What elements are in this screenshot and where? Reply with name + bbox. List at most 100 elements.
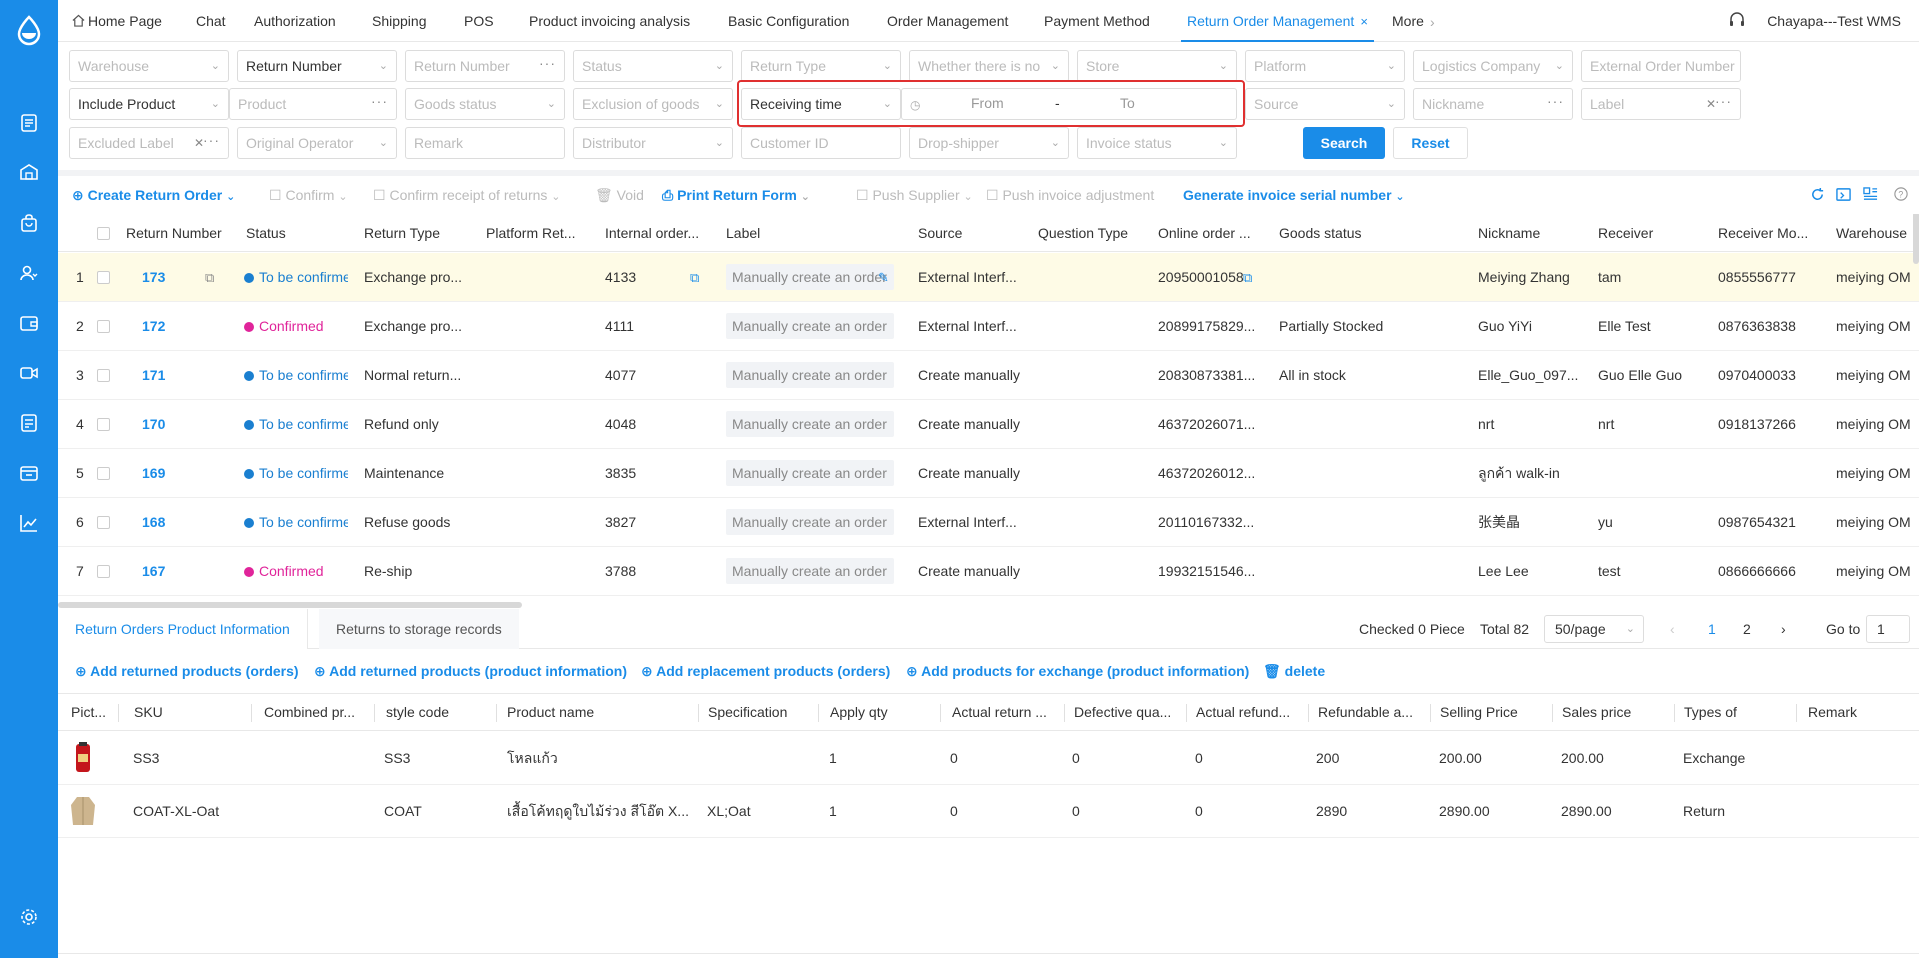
search-button[interactable]: Search bbox=[1303, 127, 1385, 159]
tab-product-invoicing[interactable]: Product invoicing analysis bbox=[529, 0, 690, 42]
col-style-code[interactable]: style code bbox=[386, 694, 486, 731]
confirm-receipt-button[interactable]: ☐ Confirm receipt of returns ⌄ bbox=[373, 176, 561, 214]
platform-select[interactable]: Platform ⌄ bbox=[1245, 50, 1405, 82]
push-supplier-button[interactable]: ☐ Push Supplier ⌄ bbox=[856, 176, 973, 214]
col-picture[interactable]: Pict... bbox=[71, 694, 115, 731]
add-returned-info-button[interactable]: ⊕ Add returned products (product informa… bbox=[314, 650, 627, 692]
copy-icon[interactable]: ⧉ bbox=[690, 253, 699, 302]
invoice-status-select[interactable]: Invoice status ⌄ bbox=[1077, 127, 1237, 159]
col-goods-status[interactable]: Goods status bbox=[1279, 214, 1419, 252]
table-row[interactable]: 1 173 ⧉ To be confirmed Exchange pro... 4133 ⧉… bbox=[58, 253, 1919, 302]
tab-more[interactable]: More bbox=[1392, 0, 1424, 42]
store-select[interactable]: Store ⌄ bbox=[1077, 50, 1237, 82]
col-source[interactable]: Source bbox=[918, 214, 1018, 252]
col-refundable[interactable]: Refundable a... bbox=[1318, 694, 1430, 731]
vertical-scrollbar[interactable] bbox=[1913, 214, 1919, 264]
tab-basic-configuration[interactable]: Basic Configuration bbox=[728, 0, 849, 42]
table-row[interactable]: 5 169 To be confirmed Maintenance 3835 Manual… bbox=[58, 449, 1919, 498]
users-icon[interactable] bbox=[19, 263, 39, 283]
table-row[interactable]: 4 170 To be confirmed Refund only 4048 Manual… bbox=[58, 400, 1919, 449]
include-product-select[interactable]: Include Product ⌄ bbox=[69, 88, 229, 120]
print-return-form-button[interactable]: ⎙ Print Return Form ⌄ bbox=[662, 176, 810, 214]
col-return-number[interactable]: Return Number bbox=[126, 214, 244, 252]
tab-return-order-management[interactable]: Return Order Management × bbox=[1181, 0, 1374, 42]
col-status[interactable]: Status bbox=[246, 214, 342, 252]
chart-icon[interactable] bbox=[19, 513, 39, 533]
confirm-button[interactable]: ☐ Confirm ⌄ bbox=[269, 176, 348, 214]
page-1[interactable]: 1 bbox=[1708, 609, 1716, 649]
goto-input[interactable]: 1 bbox=[1866, 615, 1910, 643]
col-specification[interactable]: Specification bbox=[708, 694, 818, 731]
col-question-type[interactable]: Question Type bbox=[1038, 214, 1148, 252]
more-dots-icon[interactable]: ··· bbox=[1547, 89, 1564, 116]
table-row[interactable]: 6 168 To be confirmed Refuse goods 3827 Manua… bbox=[58, 498, 1919, 547]
more-dots-icon[interactable]: ··· bbox=[539, 51, 556, 78]
generate-invoice-button[interactable]: Generate invoice serial number ⌄ bbox=[1183, 176, 1405, 214]
add-replacement-button[interactable]: ⊕ Add replacement products (orders) bbox=[641, 650, 890, 692]
edit-icon[interactable]: ✎ bbox=[878, 253, 889, 302]
return-number-link[interactable]: 173 bbox=[142, 253, 192, 302]
warehouse-icon[interactable] bbox=[19, 162, 39, 182]
col-sales-price[interactable]: Sales price bbox=[1562, 694, 1674, 731]
return-number-link[interactable]: 168 bbox=[142, 498, 192, 547]
status-select[interactable]: Status ⌄ bbox=[573, 50, 733, 82]
label-input[interactable]: Label ✕ ··· bbox=[1581, 88, 1741, 120]
columns-icon[interactable] bbox=[1863, 187, 1878, 205]
page-2[interactable]: 2 bbox=[1743, 609, 1751, 649]
video-icon[interactable] bbox=[19, 363, 39, 383]
table-row[interactable]: 7 167 Confirmed Re-ship 3788 Manually create … bbox=[58, 547, 1919, 596]
row-checkbox[interactable] bbox=[97, 320, 110, 333]
col-actual-refund[interactable]: Actual refund... bbox=[1196, 694, 1308, 731]
reset-button[interactable]: Reset bbox=[1393, 127, 1468, 159]
col-actual-return[interactable]: Actual return ... bbox=[952, 694, 1064, 731]
tab-home[interactable]: Home Page bbox=[72, 0, 162, 42]
more-dots-icon[interactable]: ··· bbox=[203, 128, 220, 155]
excluded-label-input[interactable]: Excluded Label ✕ ··· bbox=[69, 127, 229, 159]
prev-page-icon[interactable]: ‹ bbox=[1670, 609, 1675, 649]
create-return-order-button[interactable]: ⊕ Create Return Order ⌄ bbox=[72, 176, 235, 214]
wallet-icon[interactable] bbox=[19, 313, 39, 333]
push-invoice-button[interactable]: ☐ Push invoice adjustment bbox=[986, 176, 1154, 214]
drop-shipper-select[interactable]: Drop-shipper ⌄ bbox=[909, 127, 1069, 159]
tab-product-information[interactable]: Return Orders Product Information bbox=[58, 609, 308, 649]
col-nickname[interactable]: Nickname bbox=[1478, 214, 1578, 252]
more-dots-icon[interactable]: ··· bbox=[1715, 89, 1732, 116]
product-row[interactable]: SS3 SS3 โหลแก้ว 1 0 0 0 200 200.00 200.00 Exchange bbox=[58, 732, 1919, 785]
tab-storage-records[interactable]: Returns to storage records bbox=[319, 609, 519, 649]
copy-icon[interactable]: ⧉ bbox=[1243, 253, 1252, 302]
row-checkbox[interactable] bbox=[97, 369, 110, 382]
external-order-input[interactable]: External Order Number bbox=[1581, 50, 1741, 82]
goods-status-select[interactable]: Goods status ⌄ bbox=[405, 88, 565, 120]
row-checkbox[interactable] bbox=[97, 271, 110, 284]
logo-icon[interactable] bbox=[13, 14, 45, 46]
col-defective[interactable]: Defective qua... bbox=[1074, 694, 1186, 731]
col-internal-order[interactable]: Internal order... bbox=[605, 214, 709, 252]
row-checkbox[interactable] bbox=[97, 516, 110, 529]
tab-shipping[interactable]: Shipping bbox=[372, 0, 427, 42]
help-icon[interactable]: ? bbox=[1894, 187, 1908, 204]
col-platform-return[interactable]: Platform Ret... bbox=[486, 214, 590, 252]
customer-id-input[interactable]: Customer ID bbox=[741, 127, 901, 159]
row-checkbox[interactable] bbox=[97, 565, 110, 578]
return-number-link[interactable]: 170 bbox=[142, 400, 192, 449]
row-checkbox[interactable] bbox=[97, 418, 110, 431]
col-label[interactable]: Label bbox=[726, 214, 866, 252]
return-number-link[interactable]: 171 bbox=[142, 351, 192, 400]
col-remark[interactable]: Remark bbox=[1808, 694, 1908, 731]
void-button[interactable]: 🗑 Void bbox=[595, 176, 644, 214]
logistics-select[interactable]: Logistics Company ⌄ bbox=[1413, 50, 1573, 82]
table-row[interactable]: 3 171 To be confirmed Normal return... 4077 M… bbox=[58, 351, 1919, 400]
tab-authorization[interactable]: Authorization bbox=[254, 0, 336, 42]
next-page-icon[interactable]: › bbox=[1781, 609, 1786, 649]
page-size-select[interactable]: 50/page ⌄ bbox=[1544, 615, 1644, 643]
tab-pos[interactable]: POS bbox=[464, 0, 494, 42]
document-icon[interactable] bbox=[19, 113, 39, 133]
product-thumbnail[interactable] bbox=[68, 795, 98, 827]
col-receiver[interactable]: Receiver bbox=[1598, 214, 1698, 252]
return-number-link[interactable]: 167 bbox=[142, 547, 192, 596]
horizontal-scrollbar[interactable] bbox=[58, 602, 522, 608]
tab-chat[interactable]: Chat bbox=[196, 0, 226, 42]
col-types-of[interactable]: Types of bbox=[1684, 694, 1796, 731]
product-thumbnail[interactable] bbox=[68, 742, 98, 774]
remark-input[interactable]: Remark bbox=[405, 127, 565, 159]
